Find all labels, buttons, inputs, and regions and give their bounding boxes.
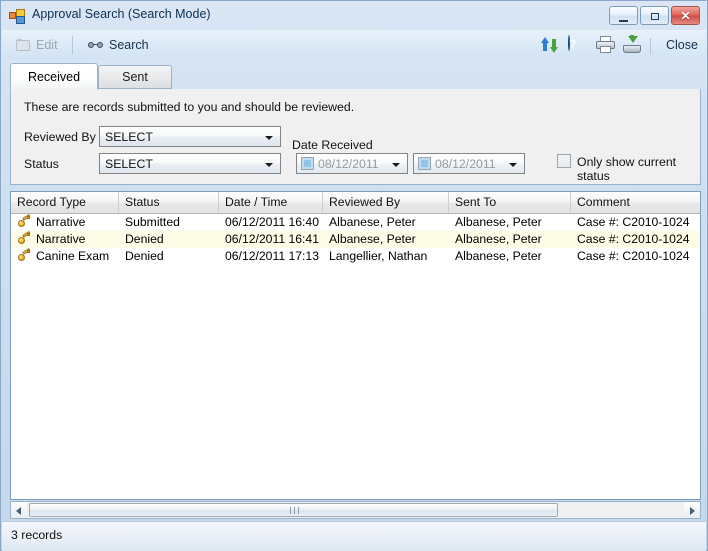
- cell-reviewed-by: Albanese, Peter: [329, 232, 416, 246]
- cell-record-type: Narrative: [36, 232, 86, 246]
- glasses-search-icon: [88, 40, 104, 51]
- status-bar: 3 records: [2, 521, 706, 551]
- column-header-status[interactable]: Status: [119, 192, 219, 213]
- search-button-label: Search: [109, 38, 149, 52]
- cell-sent-to: Albanese, Peter: [455, 249, 542, 263]
- scroll-right-arrow-icon[interactable]: [684, 502, 700, 518]
- close-window-button[interactable]: ✕: [671, 6, 700, 25]
- chevron-down-icon: [265, 163, 273, 167]
- column-header-datetime[interactable]: Date / Time: [219, 192, 323, 213]
- cell-record-type: Canine Exam: [36, 249, 110, 263]
- tab-strip: Received Sent: [10, 63, 701, 90]
- maximize-button[interactable]: [640, 6, 669, 25]
- chevron-down-icon: [265, 136, 273, 140]
- tab-received[interactable]: Received: [10, 63, 98, 90]
- horizontal-scrollbar[interactable]: [10, 501, 701, 519]
- export-icon[interactable]: [623, 35, 642, 55]
- table-row[interactable]: Canine Exam Denied 06/12/2011 17:13 Langell…: [11, 247, 700, 265]
- column-header-reviewed-by[interactable]: Reviewed By: [323, 192, 449, 213]
- date-from-value: 08/12/2011: [318, 157, 379, 171]
- cell-comment: Case #: C2010-1024: [577, 215, 690, 229]
- status-value: SELECT: [105, 157, 153, 171]
- grip-icon: [289, 507, 299, 514]
- print-icon[interactable]: [596, 36, 615, 55]
- scrollbar-thumb[interactable]: [29, 503, 558, 517]
- date-to-value: 08/12/2011: [435, 157, 496, 171]
- grid-header-row: Record Type Status Date / Time Reviewed By S…: [11, 192, 700, 214]
- cell-record-type: Narrative: [36, 215, 86, 229]
- cell-datetime: 06/12/2011 17:13: [225, 249, 319, 263]
- help-icon[interactable]: ?: [568, 35, 587, 55]
- reviewed-by-select[interactable]: SELECT: [99, 126, 281, 147]
- search-filter-panel: These are records submitted to you and s…: [10, 89, 701, 185]
- close-button[interactable]: Close: [661, 36, 703, 54]
- window-title: Approval Search (Search Mode): [32, 7, 211, 21]
- search-button[interactable]: Search: [82, 34, 155, 56]
- only-current-status-checkbox[interactable]: [557, 154, 571, 168]
- cell-status: Denied: [125, 249, 164, 263]
- toolbar-separator: [72, 36, 73, 54]
- folder-icon: [16, 38, 31, 52]
- results-grid: Record Type Status Date / Time Reviewed By S…: [10, 191, 701, 500]
- cell-status: Denied: [125, 232, 164, 246]
- chevron-down-icon: [392, 163, 400, 167]
- reviewed-by-label: Reviewed By: [24, 130, 96, 144]
- edit-button[interactable]: Edit: [10, 34, 64, 56]
- cell-comment: Case #: C2010-1024: [577, 232, 690, 246]
- column-header-record-type[interactable]: Record Type: [11, 192, 119, 213]
- grid-body: Narrative Submitted 06/12/2011 16:40 Albane…: [11, 213, 700, 265]
- application-window: Approval Search (Search Mode) ✕ Edit Sea…: [0, 0, 708, 551]
- tab-sent[interactable]: Sent: [98, 65, 172, 89]
- toolbar-right-separator: [650, 38, 651, 54]
- date-from-checkbox[interactable]: [301, 157, 314, 170]
- cell-reviewed-by: Langellier, Nathan: [329, 249, 428, 263]
- cell-datetime: 06/12/2011 16:40: [225, 215, 319, 229]
- cell-reviewed-by: Albanese, Peter: [329, 215, 416, 229]
- cell-status: Submitted: [125, 215, 180, 229]
- toolbar: Edit Search ? Close: [2, 30, 706, 60]
- sort-icon[interactable]: [540, 36, 559, 55]
- date-to-picker[interactable]: 08/12/2011: [413, 153, 525, 174]
- panel-description: These are records submitted to you and s…: [24, 100, 355, 114]
- cell-sent-to: Albanese, Peter: [455, 215, 542, 229]
- date-from-picker[interactable]: 08/12/2011: [296, 153, 408, 174]
- edit-button-label: Edit: [36, 38, 58, 52]
- date-received-label: Date Received: [292, 138, 373, 152]
- cell-comment: Case #: C2010-1024: [577, 249, 690, 263]
- column-header-comment[interactable]: Comment: [571, 192, 700, 213]
- cell-datetime: 06/12/2011 16:41: [225, 232, 319, 246]
- chevron-down-icon: [509, 163, 517, 167]
- status-select[interactable]: SELECT: [99, 153, 281, 174]
- column-header-sent-to[interactable]: Sent To: [449, 192, 571, 213]
- table-row[interactable]: Narrative Denied 06/12/2011 16:41 Albanese,…: [11, 230, 700, 248]
- minimize-button[interactable]: [609, 6, 638, 25]
- application-icon: [9, 9, 25, 24]
- close-icon: ✕: [680, 9, 691, 23]
- record-count-label: 3 records: [11, 528, 63, 542]
- reviewed-by-value: SELECT: [105, 130, 153, 144]
- only-current-status-label: Only show current status: [577, 155, 677, 183]
- status-label: Status: [24, 157, 59, 171]
- table-row[interactable]: Narrative Submitted 06/12/2011 16:40 Albane…: [11, 213, 700, 231]
- date-to-checkbox[interactable]: [418, 157, 431, 170]
- scroll-left-arrow-icon[interactable]: [11, 502, 27, 518]
- cell-sent-to: Albanese, Peter: [455, 232, 542, 246]
- title-bar[interactable]: Approval Search (Search Mode) ✕: [1, 1, 707, 30]
